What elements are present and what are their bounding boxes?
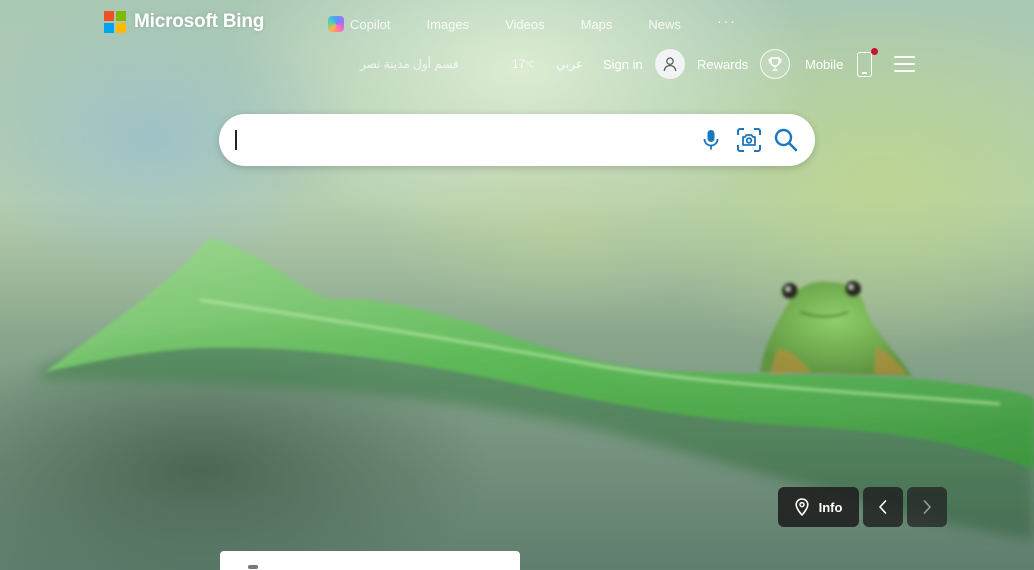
visual-search-icon[interactable] xyxy=(735,126,763,154)
hamburger-menu-icon[interactable] xyxy=(894,56,915,72)
sign-in-label: Sign in xyxy=(603,56,643,72)
trophy-icon xyxy=(760,49,791,79)
mobile-label: Mobile xyxy=(805,56,844,72)
mobile-button[interactable]: Mobile xyxy=(805,46,879,82)
rewards-button[interactable]: Rewards xyxy=(697,46,791,82)
top-navigation: Copilot Images Videos Maps News ··· xyxy=(328,13,773,32)
header-utilities: قسم أول مدينة نصر 17 ℃ عربي Sign in Rewar… xyxy=(360,46,920,82)
search-icon[interactable] xyxy=(772,126,800,154)
info-label: Info xyxy=(818,499,843,515)
chevron-right-icon xyxy=(923,500,931,514)
location-pin-icon xyxy=(794,498,809,516)
brand-name: Microsoft Bing xyxy=(134,11,265,32)
background-image: Microsoft Bing Copilot Images Videos Map… xyxy=(0,0,1034,570)
copilot-icon xyxy=(328,16,344,32)
nav-item-maps[interactable]: Maps xyxy=(581,17,613,32)
weather-temperature[interactable]: 17 ℃ xyxy=(512,46,534,82)
nav-item-copilot[interactable]: Copilot xyxy=(328,16,390,32)
notification-dot xyxy=(871,47,879,55)
next-image-button[interactable] xyxy=(907,487,947,527)
nav-item-label: Videos xyxy=(505,16,545,32)
nav-item-label: News xyxy=(648,16,681,32)
bottom-feed-card[interactable] xyxy=(220,551,520,570)
sign-in-button[interactable]: Sign in xyxy=(603,46,685,82)
rewards-label: Rewards xyxy=(697,56,749,72)
nav-item-label: Images xyxy=(426,16,470,32)
microsoft-bing-logo[interactable]: Microsoft Bing xyxy=(104,11,264,33)
image-info-button[interactable]: Info xyxy=(778,487,859,527)
phone-icon xyxy=(857,47,879,77)
nav-item-images[interactable]: Images xyxy=(426,17,469,32)
nav-item-label: Copilot xyxy=(350,16,391,32)
temperature-value: 17 xyxy=(512,57,526,71)
more-dots-icon: ··· xyxy=(716,13,737,29)
user-avatar-icon xyxy=(654,49,685,79)
leaf-frog-illustration xyxy=(40,238,1034,540)
nav-item-news[interactable]: News xyxy=(648,17,681,32)
temperature-unit: ℃ xyxy=(525,59,535,69)
location-link[interactable]: قسم أول مدينة نصر xyxy=(360,46,459,82)
previous-image-button[interactable] xyxy=(863,487,903,527)
chevron-left-icon xyxy=(879,500,887,514)
more-menu-button[interactable]: ··· xyxy=(717,13,737,29)
microsoft-logo-icon xyxy=(104,11,126,33)
search-box xyxy=(219,114,815,166)
microphone-icon[interactable] xyxy=(697,126,725,154)
card-content-peek xyxy=(248,565,258,569)
frog xyxy=(760,281,912,376)
language-link[interactable]: عربي xyxy=(556,46,583,82)
search-input[interactable] xyxy=(233,124,697,158)
nav-item-label: Maps xyxy=(580,16,613,32)
nav-item-videos[interactable]: Videos xyxy=(505,17,545,32)
text-caret xyxy=(235,130,237,150)
